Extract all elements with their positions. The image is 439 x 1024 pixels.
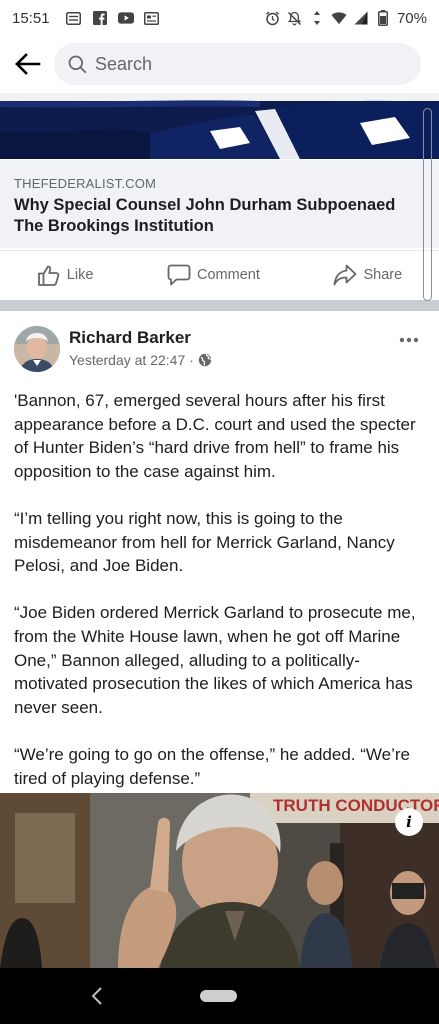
scrollbar[interactable]	[423, 108, 432, 301]
nav-back-icon	[91, 987, 102, 1005]
post-body: 'Bannon, 67, emerged several hours after…	[14, 389, 429, 814]
search-icon	[68, 55, 87, 73]
data-icon	[309, 11, 325, 25]
post-author[interactable]: Richard Barker	[69, 328, 191, 348]
feed-separator	[0, 300, 439, 311]
nav-back-button[interactable]	[88, 985, 108, 1007]
system-nav-bar	[0, 968, 439, 1024]
share-button[interactable]: Share	[333, 264, 402, 286]
post-paragraph: “I’m telling you right now, this is goin…	[14, 508, 395, 576]
comment-button[interactable]: Comment	[167, 264, 260, 286]
search-header: Search	[0, 40, 439, 88]
status-bar: 15:51 70%	[0, 0, 439, 36]
more-icon	[399, 337, 419, 343]
battery-percent: 70%	[396, 9, 427, 27]
back-arrow-icon	[15, 53, 41, 75]
link-preview-image[interactable]	[0, 93, 439, 159]
alarm-icon	[265, 11, 281, 25]
more-options-button[interactable]	[399, 326, 419, 349]
post-photo[interactable]: TRUTH CONDUCTOR i	[0, 793, 439, 968]
info-icon[interactable]: i	[395, 808, 423, 836]
post-paragraph: “Joe Biden ordered Merrick Garland to pr…	[14, 603, 416, 717]
globe-icon	[198, 353, 212, 367]
timestamp-separator: ·	[189, 352, 194, 368]
mute-icon	[287, 11, 303, 25]
post-action-bar: Like Comment Share	[0, 250, 439, 298]
like-button[interactable]: Like	[37, 264, 94, 286]
link-domain: THEFEDERALIST.COM	[14, 176, 157, 191]
battery-icon	[375, 10, 391, 26]
comment-icon	[167, 264, 191, 285]
wifi-icon	[331, 11, 347, 25]
share-icon	[334, 264, 357, 285]
news-icon	[144, 11, 160, 25]
link-title: Why Special Counsel John Durham Subpoena…	[14, 196, 396, 235]
avatar[interactable]	[14, 326, 60, 372]
back-button[interactable]	[4, 40, 52, 88]
like-label: Like	[66, 266, 94, 283]
search-placeholder: Search	[95, 53, 153, 74]
nav-home-pill[interactable]	[200, 990, 237, 1002]
post-paragraph: 'Bannon, 67, emerged several hours after…	[14, 391, 416, 481]
post-paragraph: “We’re going to go on the offense,” he a…	[14, 744, 410, 788]
comment-label: Comment	[197, 266, 260, 283]
status-time: 15:51	[12, 9, 50, 27]
post-time-row: Yesterday at 22:47 ·	[69, 352, 212, 368]
share-label: Share	[363, 266, 403, 283]
search-input[interactable]: Search	[54, 43, 421, 85]
thumbs-up-icon	[37, 265, 60, 286]
facebook-icon	[92, 11, 108, 25]
youtube-icon	[117, 11, 134, 25]
message-icon	[66, 11, 82, 25]
signal-icon	[353, 11, 369, 25]
link-preview-card[interactable]: THEFEDERALIST.COM Why Special Counsel Jo…	[0, 160, 439, 248]
post-timestamp[interactable]: Yesterday at 22:47	[69, 352, 185, 368]
post-header: Richard Barker Yesterday at 22:47 ·	[0, 324, 439, 380]
